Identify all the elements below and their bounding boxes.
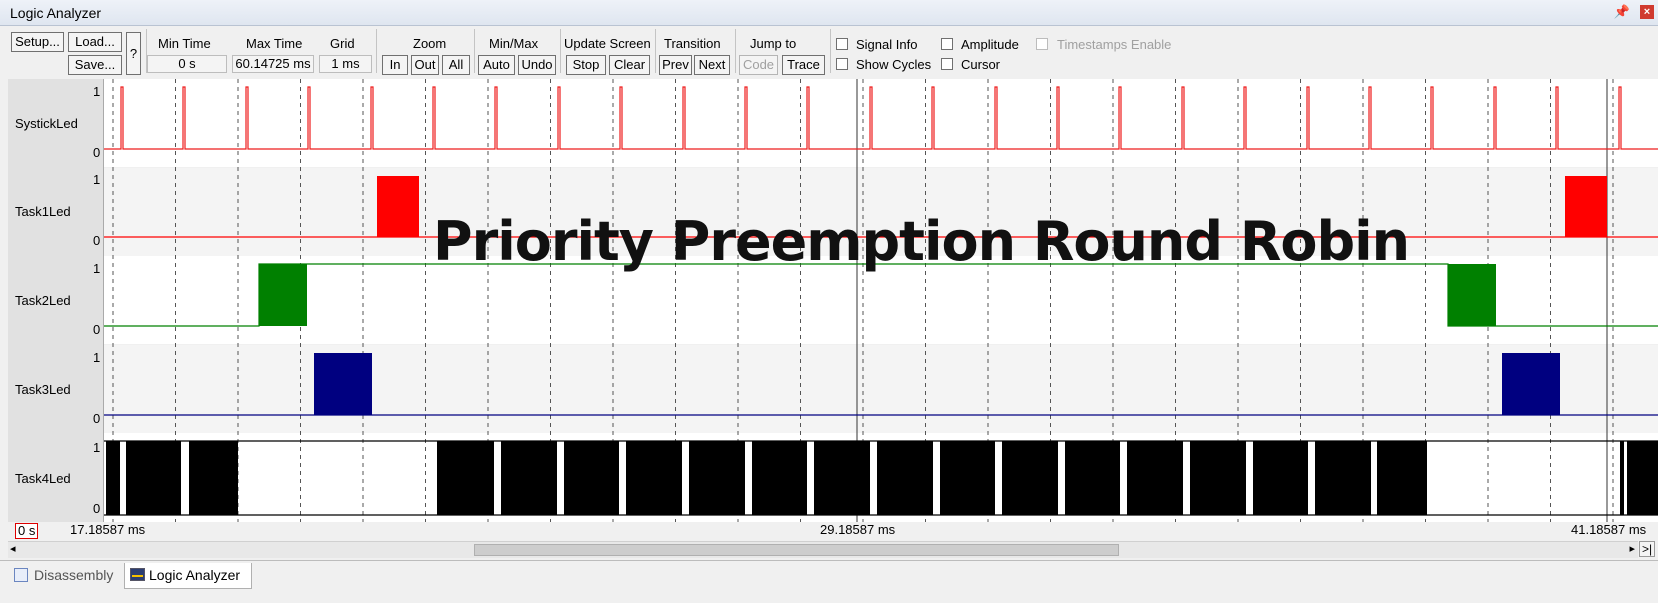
disassembly-icon (14, 568, 28, 582)
min-time-value: 0 s (147, 55, 227, 73)
task1-high-block (377, 176, 419, 237)
zoom-all-button[interactable]: All (442, 55, 470, 75)
time-axis: 0 s 17.18587 ms 29.18587 ms 41.18587 ms (8, 522, 1658, 540)
task1-low-label: 0 (93, 233, 101, 248)
task4-high-block (689, 441, 745, 515)
cursor-label: Cursor (961, 57, 1001, 72)
task4-high-block (1627, 441, 1658, 515)
waveform-row-bg (104, 79, 1658, 167)
timestamps-checkbox[interactable] (1036, 38, 1048, 50)
transition-prev-button[interactable]: Prev (659, 55, 692, 75)
task4-high-block (501, 441, 557, 515)
task4-high-block (126, 441, 181, 515)
zoom-out-button[interactable]: Out (411, 55, 439, 75)
timestamps-label: Timestamps Enable (1057, 37, 1172, 52)
cursor-checkbox[interactable] (941, 58, 953, 70)
minmax-auto-button[interactable]: Auto (478, 55, 515, 75)
waveform-area[interactable] (0, 79, 1658, 522)
task4-low-label: 0 (93, 501, 101, 516)
task3-low-label: 0 (93, 411, 101, 426)
signal-info-label: Signal Info (856, 37, 918, 52)
scroll-thumb[interactable] (474, 544, 1119, 556)
jump-trace-button[interactable]: Trace (782, 55, 825, 75)
max-time-value: 60.14725 ms (232, 55, 314, 73)
close-icon[interactable]: × (1640, 5, 1654, 19)
task4-high-block (814, 441, 870, 515)
task4-high-block (1127, 441, 1183, 515)
tab-disassembly[interactable]: Disassembly (10, 563, 120, 589)
update-clear-button[interactable]: Clear (609, 55, 650, 75)
tab-logic-analyzer[interactable]: Logic Analyzer (124, 563, 252, 589)
show-cycles-checkbox[interactable] (836, 58, 848, 70)
jump-to-label: Jump to (750, 36, 797, 51)
systick-low-label: 0 (93, 145, 101, 160)
time-left-label: 17.18587 ms (70, 522, 146, 537)
task4-high-block (1253, 441, 1308, 515)
task4-high-block (437, 441, 494, 515)
minmax-undo-button[interactable]: Undo (518, 55, 556, 75)
pin-icon[interactable]: 📌 (1614, 4, 1630, 20)
min-time-label: Min Time (158, 36, 211, 51)
task2-low-label: 0 (93, 322, 101, 337)
task4-high-label: 1 (93, 440, 101, 455)
setup-button[interactable]: Setup... (11, 32, 64, 52)
task4-high-block (752, 441, 807, 515)
task2-high-block (259, 264, 307, 326)
transition-next-button[interactable]: Next (694, 55, 730, 75)
tab-disassembly-label: Disassembly (34, 567, 114, 583)
task4-high-block (1065, 441, 1120, 515)
zoom-label: Zoom (413, 36, 447, 51)
max-time-label: Max Time (246, 36, 303, 51)
task3-high-block (1502, 353, 1560, 415)
amplitude-checkbox[interactable] (941, 38, 953, 50)
task4-high-block (1620, 441, 1624, 515)
time-center-label: 29.18587 ms (820, 522, 896, 537)
show-cycles-label: Show Cycles (856, 57, 932, 72)
task2-high-label: 1 (93, 261, 101, 276)
horizontal-scrollbar[interactable]: ◂ ▸ (8, 541, 1638, 558)
task4-high-block (106, 441, 120, 515)
tab-logic-analyzer-label: Logic Analyzer (149, 567, 241, 583)
toolbar: Setup... Load... Save... ? Min Time 0 s … (0, 27, 1658, 76)
help-button[interactable]: ? (126, 32, 141, 75)
amplitude-label: Amplitude (961, 37, 1019, 52)
grid-label: Grid (330, 36, 355, 51)
task4-high-block (626, 441, 682, 515)
minmax-label: Min/Max (489, 36, 539, 51)
task1-high-block (1565, 176, 1607, 237)
zoom-in-button[interactable]: In (382, 55, 408, 75)
window-title: Logic Analyzer (10, 5, 102, 21)
time-right-label: 41.18587 ms (1571, 522, 1647, 537)
task4-high-block (1377, 441, 1427, 515)
task4-high-block (940, 441, 995, 515)
transition-label: Transition (664, 36, 721, 51)
task2-high-block (1448, 264, 1496, 326)
task1-high-label: 1 (93, 172, 101, 187)
task4-high-block (877, 441, 933, 515)
task4-high-block (564, 441, 619, 515)
window-titlebar: Logic Analyzer 📌 × (0, 0, 1658, 26)
save-button[interactable]: Save... (68, 55, 122, 75)
grid-value: 1 ms (319, 55, 372, 73)
jump-code-button[interactable]: Code (739, 55, 778, 75)
task4-high-block (1002, 441, 1058, 515)
logic-analyzer-icon (130, 568, 145, 581)
scroll-right-icon[interactable]: ▸ (1629, 542, 1635, 555)
scroll-end-button[interactable]: >| (1639, 541, 1656, 557)
task4-high-block (189, 441, 238, 515)
load-button[interactable]: Load... (68, 32, 122, 52)
systick-high-label: 1 (93, 84, 101, 99)
update-stop-button[interactable]: Stop (566, 55, 606, 75)
overlay-caption: Priority Preemption Round Robin (433, 210, 1410, 273)
bottom-tab-bar: Disassembly Logic Analyzer (0, 560, 1658, 591)
task3-high-block (314, 353, 372, 415)
task4-high-block (1315, 441, 1371, 515)
signal-info-checkbox[interactable] (836, 38, 848, 50)
task4-high-block (1190, 441, 1246, 515)
task3-high-label: 1 (93, 350, 101, 365)
scroll-left-icon[interactable]: ◂ (10, 542, 16, 555)
update-screen-label: Update Screen (564, 36, 651, 51)
time-origin-label: 0 s (15, 523, 39, 539)
